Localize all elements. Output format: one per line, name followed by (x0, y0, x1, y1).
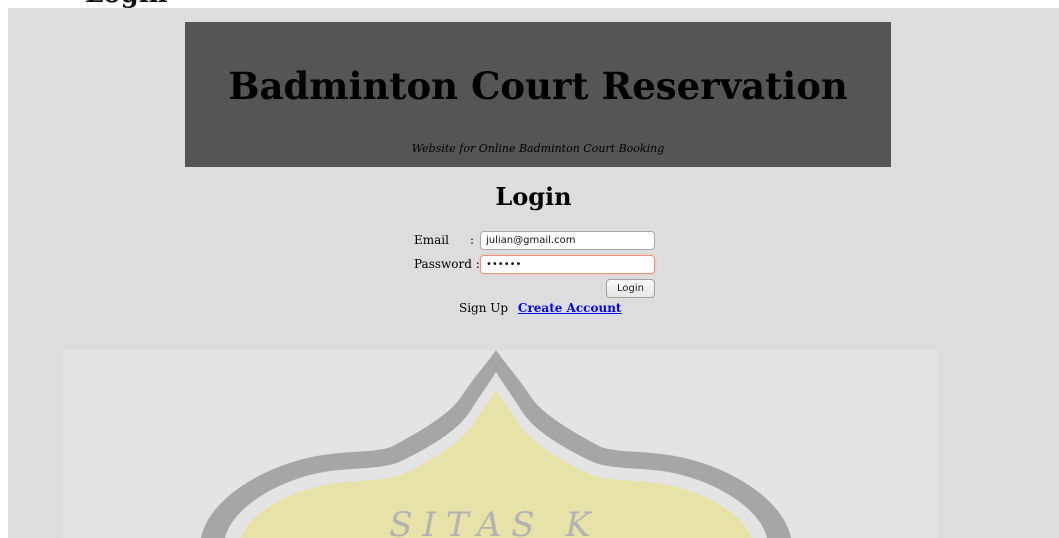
email-label: Email (414, 233, 449, 247)
signup-row: Sign Up Create Account (459, 301, 621, 315)
create-account-link[interactable]: Create Account (518, 301, 622, 315)
email-field[interactable] (480, 231, 655, 250)
page-body: Badminton Court Reservation Website for … (8, 8, 1059, 538)
university-seal-icon: SITAS K (201, 350, 791, 538)
email-separator: : (470, 233, 475, 247)
password-field[interactable] (480, 255, 655, 274)
login-heading: Login (495, 182, 572, 211)
university-seal-watermark: SITAS K (63, 350, 938, 538)
header-banner: Badminton Court Reservation Website for … (185, 22, 891, 167)
signup-text: Sign Up (459, 301, 509, 315)
site-title: Badminton Court Reservation (228, 64, 848, 108)
login-button[interactable]: Login (606, 279, 655, 298)
cut-off-heading: Login (85, 0, 168, 8)
watermark-text: SITAS K (389, 505, 601, 538)
password-label: Password : (414, 257, 480, 271)
site-subtitle: Website for Online Badminton Court Booki… (411, 142, 665, 155)
top-strip: Login (0, 0, 1059, 8)
